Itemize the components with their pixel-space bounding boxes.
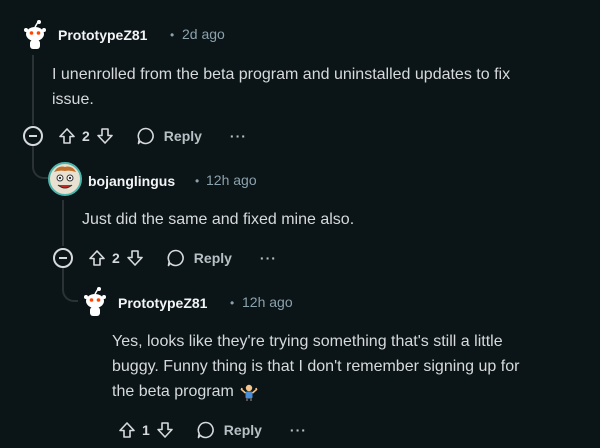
collapse-thread-button[interactable] [53,248,73,268]
reply-label: Reply [223,422,262,438]
reply-bubble-icon [166,248,186,268]
reply-button[interactable]: Reply [136,126,202,146]
avatar[interactable] [48,162,82,196]
meta-separator: • [195,174,200,188]
thread-line-1 [32,55,34,125]
comment-body-line: the beta program [112,379,592,404]
reply-label: Reply [163,128,202,144]
comment-body: I unenrolled from the beta program and u… [52,62,592,112]
comment-body-line: issue. [52,91,94,108]
more-options-button[interactable]: ··· [230,128,247,144]
comment-body: Yes, looks like they're trying something… [112,329,592,404]
upvote-arrow-icon[interactable] [118,421,136,439]
comment-body-line: buggy. Funny thing is that I don't remem… [112,358,520,375]
comment-timestamp[interactable]: 12h ago [242,294,293,310]
comment-body: Just did the same and fixed mine also. [82,207,582,232]
vote-count: 2 [112,250,120,266]
downvote-arrow-icon[interactable] [96,127,114,145]
comment-body-line: I unenrolled from the beta program and u… [52,66,511,83]
upvote-arrow-icon[interactable] [88,249,106,267]
shrug-emoji-icon [240,383,258,401]
snoo-avatar-icon [78,285,112,319]
comment-author[interactable]: bojanglingus [88,173,175,189]
reply-label: Reply [193,250,232,266]
more-options-button[interactable]: ··· [290,422,307,438]
cartoon-avatar-icon [48,162,82,196]
comment-author[interactable]: PrototypeZ81 [118,295,207,311]
reply-bubble-icon [196,420,216,440]
reply-bubble-icon [136,126,156,146]
upvote-arrow-icon[interactable] [58,127,76,145]
meta-separator: • [230,296,235,310]
more-options-button[interactable]: ··· [260,250,277,266]
downvote-arrow-icon[interactable] [156,421,174,439]
comment-body-text: the beta program [112,383,234,400]
comment-actions: 1 Reply ··· [118,416,307,444]
thread-line-2 [62,200,64,246]
comment-actions: 2 Reply ··· [88,244,277,272]
comment-author[interactable]: PrototypeZ81 [58,27,147,43]
comment-body-line: Yes, looks like they're trying something… [112,333,503,350]
reply-button[interactable]: Reply [166,248,232,268]
comment-timestamp[interactable]: 2d ago [182,26,225,42]
downvote-arrow-icon[interactable] [126,249,144,267]
reply-button[interactable]: Reply [196,420,262,440]
meta-separator: • [170,28,175,42]
avatar[interactable] [18,18,52,52]
avatar[interactable] [78,285,112,319]
comment-actions: 2 Reply ··· [58,122,247,150]
snoo-avatar-icon [18,18,52,52]
collapse-thread-button[interactable] [23,126,43,146]
vote-count: 2 [82,128,90,144]
vote-count: 1 [142,422,150,438]
comment-body-line: Just did the same and fixed mine also. [82,211,355,228]
comment-timestamp[interactable]: 12h ago [206,172,257,188]
